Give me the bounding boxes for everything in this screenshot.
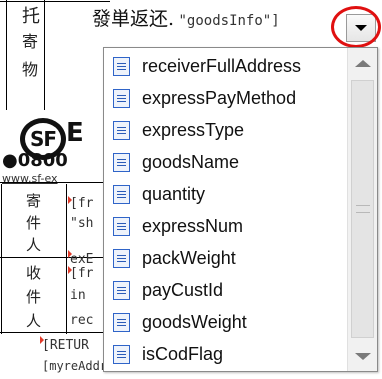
list-item-label: receiverFullAddress [142, 55, 302, 76]
list-item-label: quantity [142, 183, 206, 204]
list-item-label: expressNum [142, 215, 244, 236]
field-binding: "goodsInfo"] [178, 13, 280, 29]
cargo-label-char: 寄 [22, 32, 39, 51]
highlight-circle-annotation [331, 6, 381, 48]
sender-label-char: 人 [26, 236, 42, 254]
field-icon [113, 248, 130, 268]
cargo-label-char: 物 [22, 60, 39, 79]
dropdown-items: receiverFullAddress expressPayMethod exp… [104, 48, 349, 370]
list-item[interactable]: goodsWeight [104, 306, 349, 338]
field-icon [113, 344, 130, 364]
divider [0, 1, 110, 2]
field-icon [113, 184, 130, 204]
phone-number: ●0800 [2, 150, 68, 171]
list-item-label: isCodFlag [142, 343, 224, 364]
vertical-scrollbar[interactable] [347, 48, 377, 371]
field-dropdown-list[interactable]: receiverFullAddress expressPayMethod exp… [103, 47, 378, 372]
scroll-down-button[interactable] [349, 343, 376, 369]
field-icon [113, 120, 130, 140]
cargo-label-char: 托 [22, 6, 40, 27]
sender-label-char: 件 [26, 214, 42, 232]
divider [66, 184, 67, 334]
list-item[interactable]: expressNum [104, 210, 349, 242]
sender-label-char: 寄 [26, 192, 42, 210]
code-fragment: exE [70, 252, 94, 267]
divider [44, 0, 45, 110]
list-item[interactable]: receiverFullAddress [104, 50, 349, 82]
field-icon [113, 312, 130, 332]
divider [0, 257, 110, 258]
field-icon [113, 152, 130, 172]
list-item[interactable]: expressPayMethod [104, 82, 349, 114]
list-item[interactable]: packWeight [104, 242, 349, 274]
website-link: www.sf-ex [2, 172, 58, 185]
field-icon [113, 56, 130, 76]
list-item[interactable]: isCodFlag [104, 338, 349, 370]
code-fragment: "sh [70, 216, 94, 231]
receiver-label-char: 人 [26, 312, 42, 330]
code-fragment: [RETUR [42, 338, 89, 353]
field-icon [113, 280, 130, 300]
arrow-up-icon [354, 59, 371, 67]
code-fragment: [fr [70, 266, 94, 281]
list-item[interactable]: payCustId [104, 274, 349, 306]
field-expression[interactable]: 發単返还. "goodsInfo"] [92, 4, 280, 31]
field-icon [113, 88, 130, 108]
scrollbar-thumb[interactable] [351, 80, 374, 338]
grip-icon [355, 205, 370, 213]
list-item[interactable]: expressType [104, 114, 349, 146]
list-item[interactable]: quantity [104, 178, 349, 210]
receiver-label-char: 件 [26, 288, 42, 306]
field-label: 發単返还. [92, 8, 175, 30]
list-item-label: packWeight [142, 247, 236, 268]
code-fragment: in [70, 288, 86, 303]
field-icon [113, 216, 130, 236]
list-item-label: payCustId [142, 279, 224, 300]
logo-suffix: E [66, 118, 84, 148]
divider [0, 332, 110, 333]
code-fragment: [fr [70, 196, 94, 211]
receiver-label-char: 收 [26, 264, 42, 282]
list-item[interactable]: goodsName [104, 146, 349, 178]
list-item-label: expressType [142, 119, 245, 140]
list-item-label: goodsName [142, 151, 240, 172]
divider [6, 0, 7, 110]
list-item-label: expressPayMethod [142, 87, 297, 108]
scroll-up-button[interactable] [349, 50, 376, 76]
arrow-down-icon [354, 352, 371, 360]
divider [1, 184, 2, 334]
code-fragment: rec [70, 313, 94, 328]
list-item-label: goodsWeight [142, 311, 247, 332]
